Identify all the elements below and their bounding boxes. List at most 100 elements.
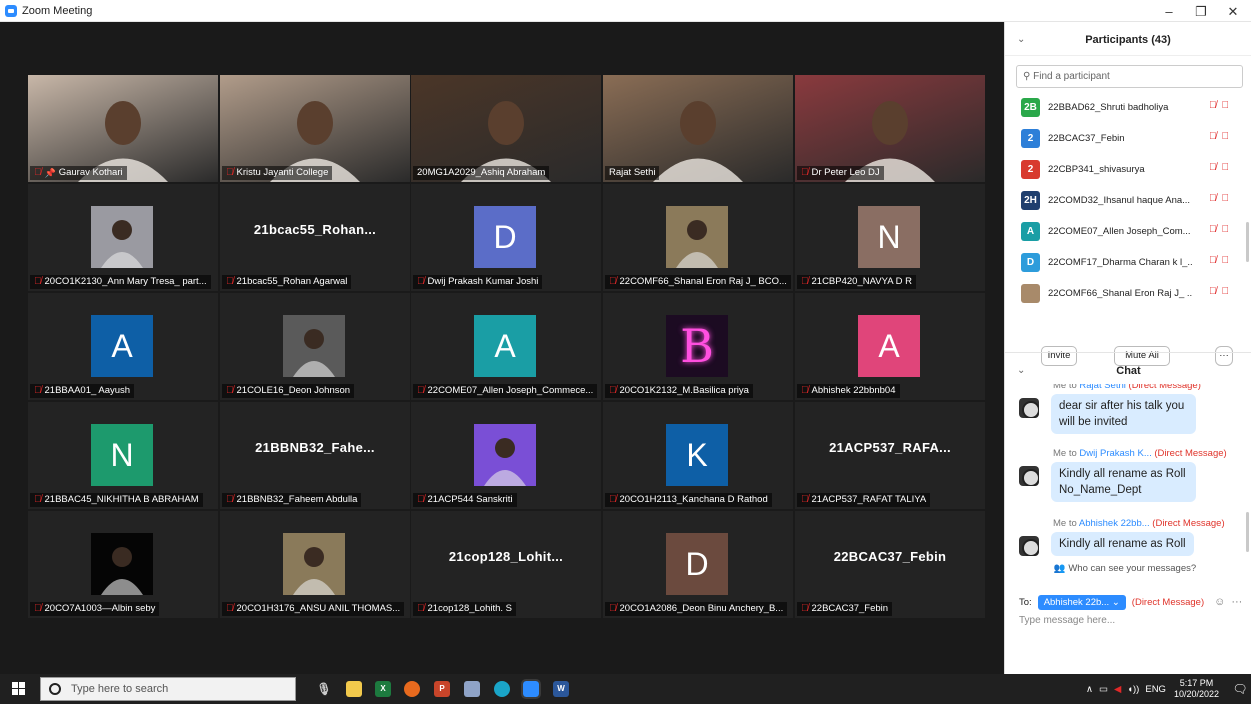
video-tile[interactable]: 🎙̸ 21COLE16_Deon Johnson xyxy=(220,293,410,400)
video-tile[interactable]: 🎙̸ 20CO7A1003—Albin seby xyxy=(28,511,218,618)
video-tile[interactable]: 🎙̸ Kristu Jayanti College xyxy=(220,75,410,182)
video-tile[interactable]: 🎙̸ 20CO1H3176_ANSU ANIL THOMAS... xyxy=(220,511,410,618)
muted-mic-icon: 🎙̸ xyxy=(609,385,617,396)
language-indicator[interactable]: ENG xyxy=(1145,684,1166,695)
video-tile[interactable]: A 🎙̸ 22COME07_Allen Joseph_Commece... xyxy=(411,293,601,400)
muted-video-off-icons[interactable]: 🎙̸⧄ xyxy=(1209,162,1234,173)
clock-date: 10/20/2022 xyxy=(1173,689,1219,699)
who-can-see-text: Who can see your messages? xyxy=(1068,563,1197,574)
participant-nametag: 🎙̸ 22COME07_Allen Joseph_Commece... xyxy=(413,384,598,398)
participant-row[interactable]: 2B 22BBAD62_Shruti badholiya 🎙̸⧄ xyxy=(1005,92,1251,123)
participant-name: 21ACP537_RAFAT TALIYA xyxy=(811,494,927,505)
video-tile[interactable]: D 🎙̸ Dwij Prakash Kumar Joshi xyxy=(411,184,601,291)
muted-video-off-icons[interactable]: 🎙̸⧄ xyxy=(1209,224,1234,235)
video-tile[interactable]: A 🎙̸ 21BBAA01_ Aayush xyxy=(28,293,218,400)
video-tile[interactable]: N 🎙̸ 21CBP420_NAVYA D R xyxy=(795,184,985,291)
cortana-icon xyxy=(49,683,61,695)
video-tile[interactable]: B 🎙̸ 20CO1K2132_M.Basilica priya xyxy=(603,293,793,400)
muted-video-off-icons[interactable]: 🎙̸⧄ xyxy=(1209,255,1234,266)
video-tile[interactable]: A 🎙̸ Abhishek 22bbnb04 xyxy=(795,293,985,400)
video-tile[interactable]: 21ACP537_RAFA... 🎙̸ 21ACP537_RAFAT TALIYA xyxy=(795,402,985,509)
message-dm-label: (Direct Message) xyxy=(1152,518,1225,529)
muted-mic-icon: 🎙̸ xyxy=(226,603,234,614)
profile-picture xyxy=(283,533,345,595)
muted-video-off-icons[interactable]: 🎙̸⧄ xyxy=(1209,131,1234,142)
video-tile[interactable]: 20MG1A2029_Ashiq Abraham xyxy=(411,75,601,182)
participant-row[interactable]: A 22COME07_Allen Joseph_Com... 🎙̸⧄ xyxy=(1005,216,1251,247)
video-tile[interactable]: K 🎙̸ 20CO1H2113_Kanchana D Rathod xyxy=(603,402,793,509)
profile-silhouette xyxy=(676,220,718,268)
muted-video-off-icons[interactable]: 🎙̸⧄ xyxy=(1209,286,1234,297)
participant-name: 21BBAC45_NIKHITHA B ABRAHAM xyxy=(44,494,199,505)
participant-nametag: 🎙̸ 22BCAC37_Febin xyxy=(797,602,893,616)
participant-row[interactable]: 2H 22COMD32_Ihsanul haque Ana... 🎙̸⧄ xyxy=(1005,185,1251,216)
emoji-icon[interactable]: ☺ xyxy=(1214,596,1225,608)
recipient-dropdown[interactable]: Abhishek 22b... ⌄ xyxy=(1037,594,1126,610)
window-title: Zoom Meeting xyxy=(22,4,93,17)
message-bubble: dear sir after his talk you will be invi… xyxy=(1051,394,1196,434)
video-tile[interactable]: 🎙̸ Dr Peter Leo DJ xyxy=(795,75,985,182)
muted-video-off-icons[interactable]: 🎙̸⧄ xyxy=(1209,100,1234,111)
taskbar-search-input[interactable]: Type here to search xyxy=(40,677,296,701)
participant-row[interactable]: D 22COMF17_Dharma Charan k l_... 🎙̸⧄ xyxy=(1005,247,1251,278)
participant-row[interactable]: 2 22CBP341_shivasurya 🎙̸⧄ xyxy=(1005,154,1251,185)
participant-name: Dr Peter Leo DJ xyxy=(811,167,880,178)
video-tile[interactable]: 🎙̸ 20CO1K2130_Ann Mary Tresa_ part... xyxy=(28,184,218,291)
video-tile[interactable]: N 🎙̸ 21BBAC45_NIKHITHA B ABRAHAM xyxy=(28,402,218,509)
participant-name: 20MG1A2029_Ashiq Abraham xyxy=(417,167,546,178)
battery-icon[interactable]: ◀ xyxy=(1114,684,1121,695)
zoom-taskbar-icon[interactable] xyxy=(521,679,541,699)
muted-mic-icon: 🎙̸ xyxy=(609,494,617,505)
video-tile[interactable]: 22BCAC37_Febin 🎙̸ 22BCAC37_Febin xyxy=(795,511,985,618)
video-tile[interactable]: 🎙̸ 21ACP544 Sanskriti xyxy=(411,402,601,509)
direct-message-label: (Direct Message) xyxy=(1131,596,1205,608)
tray-chevron-icon[interactable]: ∧ xyxy=(1086,684,1093,695)
excel-icon[interactable]: X xyxy=(375,681,391,697)
participant-avatar: 2H xyxy=(1021,191,1040,210)
chat-scrollbar[interactable] xyxy=(1246,512,1249,552)
video-tile[interactable]: 🎙̸ 22COMF66_Shanal Eron Raj J_ BCO... xyxy=(603,184,793,291)
participant-row[interactable]: 22COMF66_Shanal Eron Raj J_ ... 🎙̸⧄ xyxy=(1005,278,1251,309)
clock[interactable]: 5:17 PM 10/20/2022 xyxy=(1174,678,1219,700)
notification-icon[interactable]: 🗨 xyxy=(1229,682,1251,696)
participant-row[interactable]: 2 22BCAC37_Febin 🎙̸⧄ xyxy=(1005,123,1251,154)
message-bubble: Kindly all rename as Roll No_Name_Dept xyxy=(1051,462,1196,502)
participant-scrollbar[interactable] xyxy=(1246,222,1249,262)
chevron-down-icon[interactable]: ⌄ xyxy=(1017,22,1025,58)
muted-mic-icon: 🎙̸ xyxy=(801,276,809,287)
firefox-icon[interactable] xyxy=(404,681,420,697)
edge-icon[interactable] xyxy=(494,681,510,697)
participant-search-input[interactable]: ⚲ Find a participant xyxy=(1016,65,1243,88)
word-icon[interactable]: W xyxy=(553,681,569,697)
participant-nametag: 🎙̸ Kristu Jayanti College xyxy=(222,166,333,180)
network-icon[interactable]: ▭ xyxy=(1099,684,1108,695)
file-explorer-icon[interactable] xyxy=(346,681,362,697)
recipient-bar: To: Abhishek 22b... ⌄ (Direct Message) ☺… xyxy=(1019,592,1249,612)
volume-icon[interactable]: ◖)) xyxy=(1127,684,1139,695)
participant-name: 21ACP544 Sanskriti xyxy=(427,494,513,505)
video-tile[interactable]: Rajat Sethi xyxy=(603,75,793,182)
windows-start-icon[interactable] xyxy=(0,674,34,704)
close-icon[interactable]: ✕ xyxy=(1217,0,1249,22)
video-tile[interactable]: 21BBNB32_Fahe... 🎙̸ 21BBNB32_Faheem Abdull… xyxy=(220,402,410,509)
participant-name: 20CO7A1003—Albin seby xyxy=(44,603,156,614)
video-tile[interactable]: 21bcac55_Rohan... 🎙̸ 21bcac55_Rohan Agarwa… xyxy=(220,184,410,291)
chat-messages: Me to Rajat Sethi (Direct Message) dear s… xyxy=(1005,384,1251,570)
participants-title: Participants (43) xyxy=(1085,34,1171,46)
minimize-icon[interactable]: – xyxy=(1153,0,1185,22)
muted-mic-icon: 🎙̸ xyxy=(34,603,42,614)
restore-icon[interactable]: ❐ xyxy=(1185,0,1217,22)
more-icon[interactable]: ··· xyxy=(1231,596,1242,608)
display-name-large: 21BBNB32_Fahe... xyxy=(255,440,375,455)
app-icon[interactable] xyxy=(464,681,480,697)
video-tile[interactable]: D 🎙̸ 20CO1A2086_Deon Binu Anchery_B... xyxy=(603,511,793,618)
microphone-icon[interactable]: 🎙 xyxy=(316,681,332,697)
video-tile[interactable]: 21cop128_Lohit... 🎙̸ 21cop128_Lohith. S xyxy=(411,511,601,618)
participant-avatar: 2 xyxy=(1021,129,1040,148)
who-can-see-link[interactable]: 👥 Who can see your messages? xyxy=(1005,563,1245,574)
video-tile[interactable]: 🎙̸ 📌 Gaurav Kothari xyxy=(28,75,218,182)
powerpoint-icon[interactable]: P xyxy=(434,681,450,697)
muted-video-off-icons[interactable]: 🎙̸⧄ xyxy=(1209,193,1234,204)
display-name-large: 21ACP537_RAFA... xyxy=(829,440,951,455)
message-input[interactable]: Type message here... xyxy=(1019,615,1115,626)
